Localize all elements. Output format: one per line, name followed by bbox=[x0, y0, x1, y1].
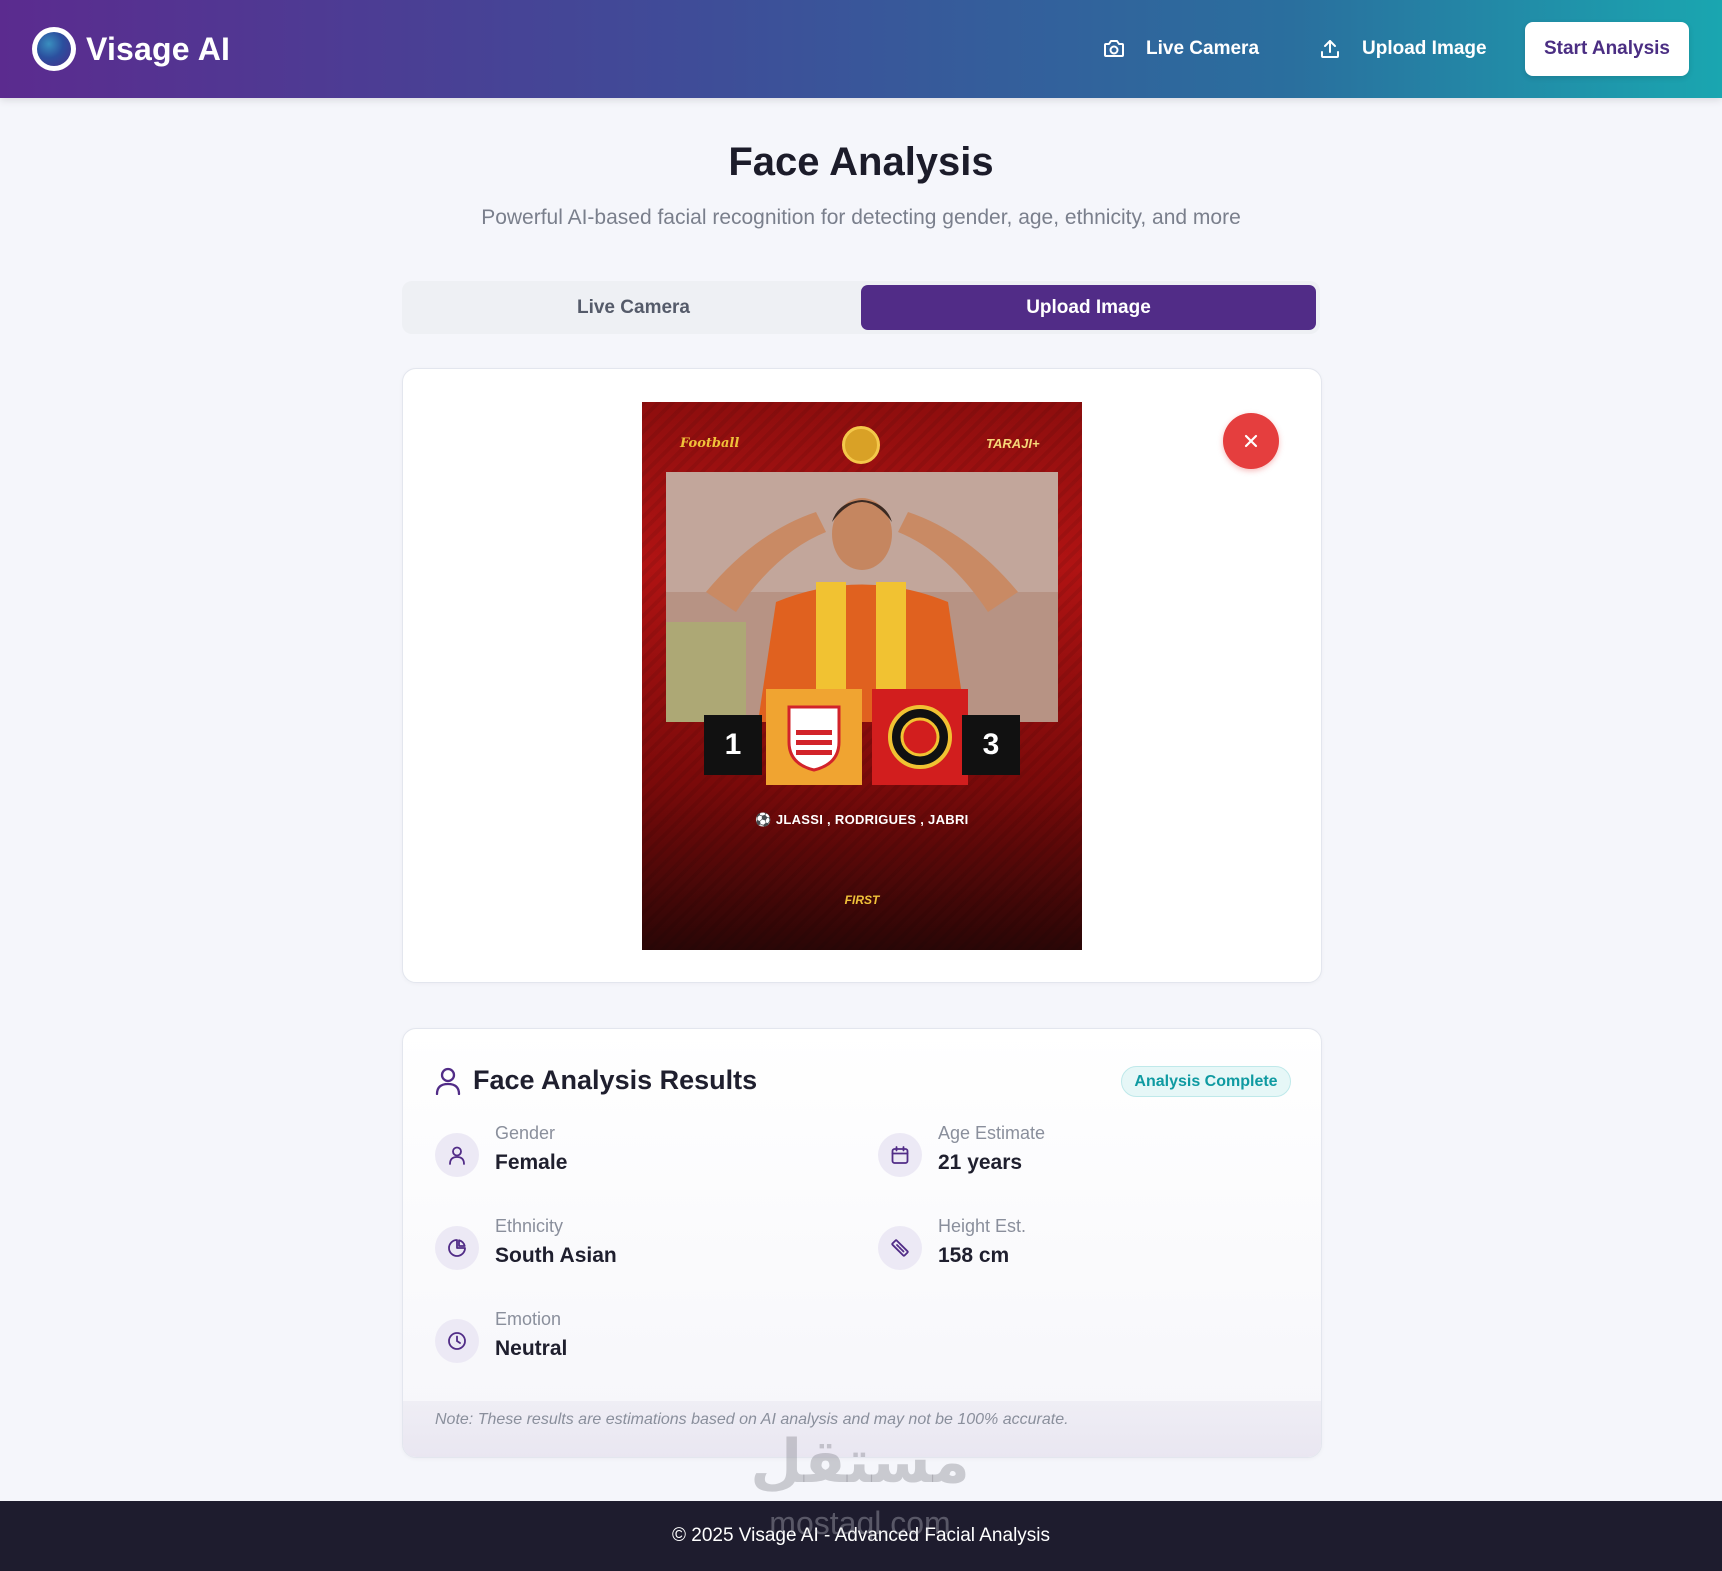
result-emotion: Emotion Neutral bbox=[435, 1309, 815, 1369]
user-icon bbox=[435, 1067, 461, 1095]
poster-player-photo bbox=[666, 472, 1058, 722]
upload-icon bbox=[1321, 40, 1339, 58]
brand-name: Visage AI bbox=[86, 30, 231, 67]
remove-image-button[interactable] bbox=[1223, 413, 1279, 469]
status-badge: Analysis Complete bbox=[1121, 1066, 1291, 1097]
nav-upload-image-label: Upload Image bbox=[1362, 38, 1487, 59]
mode-tabs: Live Camera Upload Image bbox=[402, 281, 1320, 334]
close-icon bbox=[1244, 434, 1258, 448]
uploaded-image-card: Football TARAJI+ 1 3 ⚽ JLASSI , RODRIGUE… bbox=[402, 368, 1322, 983]
calendar-icon bbox=[878, 1133, 922, 1177]
result-age: Age Estimate 21 years bbox=[878, 1123, 1258, 1183]
brand-logo-icon bbox=[32, 27, 76, 71]
result-label: Emotion bbox=[495, 1309, 562, 1329]
pie-chart-icon bbox=[435, 1226, 479, 1270]
tab-live-camera[interactable]: Live Camera bbox=[406, 285, 861, 330]
esperance-crest-icon bbox=[872, 689, 968, 785]
score-right: 3 bbox=[962, 715, 1020, 775]
start-analysis-button[interactable]: Start Analysis bbox=[1525, 22, 1689, 76]
page-title: Face Analysis bbox=[728, 140, 994, 184]
score-left: 1 bbox=[704, 715, 762, 775]
poster-top-right-text: TARAJI+ bbox=[986, 436, 1040, 451]
tab-upload-image[interactable]: Upload Image bbox=[861, 285, 1316, 330]
club-africain-crest-icon bbox=[766, 689, 862, 785]
result-height: Height Est. 158 cm bbox=[878, 1216, 1258, 1276]
footer-text: © 2025 Visage AI - Advanced Facial Analy… bbox=[671, 1525, 1051, 1546]
user-icon bbox=[435, 1133, 479, 1177]
app-header: Visage AI Live Camera Upload Image Start… bbox=[0, 0, 1722, 98]
app-footer: © 2025 Visage AI - Advanced Facial Analy… bbox=[0, 1501, 1722, 1571]
result-value: 21 years bbox=[938, 1151, 1023, 1174]
poster-scorers: ⚽ JLASSI , RODRIGUES , JABRI bbox=[755, 812, 969, 827]
result-value: Neutral bbox=[495, 1337, 568, 1360]
poster-crest-icon bbox=[842, 426, 880, 464]
result-label: Height Est. bbox=[938, 1216, 1027, 1236]
uploaded-image: Football TARAJI+ 1 3 ⚽ JLASSI , RODRIGUE… bbox=[642, 402, 1082, 950]
results-title: Face Analysis Results bbox=[473, 1065, 758, 1095]
nav-upload-image[interactable]: Upload Image bbox=[1318, 30, 1487, 68]
result-label: Age Estimate bbox=[938, 1123, 1046, 1143]
nav-live-camera-label: Live Camera bbox=[1146, 38, 1260, 59]
result-gender: Gender Female bbox=[435, 1123, 815, 1183]
page-subtitle: Powerful AI-based facial recognition for… bbox=[481, 206, 1241, 229]
results-disclaimer: Note: These results are estimations base… bbox=[403, 1401, 1321, 1457]
result-value: South Asian bbox=[495, 1244, 617, 1267]
results-card: Face Analysis Results Analysis Complete … bbox=[402, 1028, 1322, 1458]
nav-live-camera[interactable]: Live Camera bbox=[1102, 30, 1259, 68]
result-label: Gender bbox=[495, 1123, 556, 1143]
ruler-icon bbox=[878, 1226, 922, 1270]
result-value: Female bbox=[495, 1151, 568, 1174]
result-ethnicity: Ethnicity South Asian bbox=[435, 1216, 815, 1276]
clock-icon bbox=[435, 1319, 479, 1363]
poster-top-left-text: Football bbox=[680, 436, 740, 451]
poster-sponsors: FIRST bbox=[844, 893, 880, 907]
result-label: Ethnicity bbox=[495, 1216, 564, 1236]
brand[interactable]: Visage AI bbox=[32, 27, 230, 71]
football-icon: ⚽ bbox=[755, 812, 776, 827]
result-value: 158 cm bbox=[938, 1244, 1010, 1267]
camera-icon bbox=[1104, 40, 1124, 57]
